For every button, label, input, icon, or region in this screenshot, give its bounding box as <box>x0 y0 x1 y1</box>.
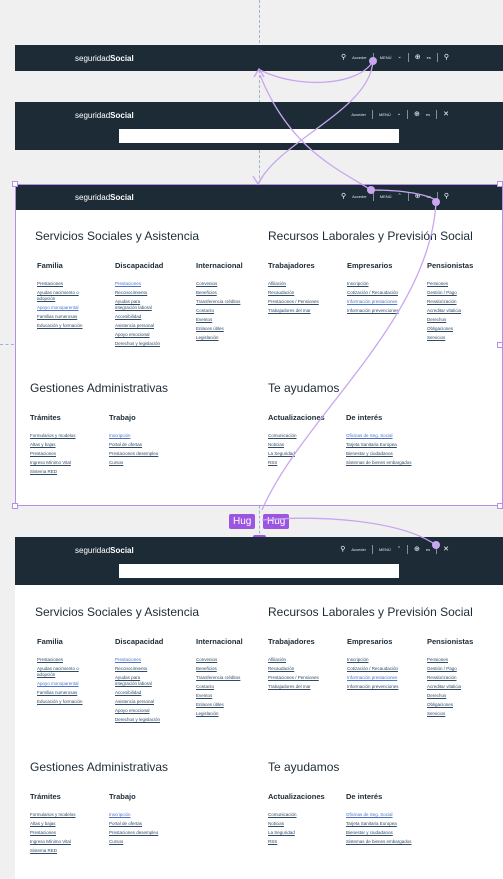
connector-path <box>257 60 374 185</box>
connector-path <box>261 517 437 546</box>
connector-start-dot <box>432 541 440 549</box>
connector-arrow <box>253 67 265 78</box>
connector-path <box>259 74 372 191</box>
connector-path <box>261 201 437 511</box>
connector-start-dot <box>432 198 440 206</box>
prototype-connections <box>252 57 440 549</box>
connector-arrow <box>252 175 264 186</box>
connector-start-dot <box>367 186 375 194</box>
connector-start-dot <box>369 57 377 65</box>
connector-path <box>370 189 438 203</box>
connector-path <box>259 60 374 84</box>
